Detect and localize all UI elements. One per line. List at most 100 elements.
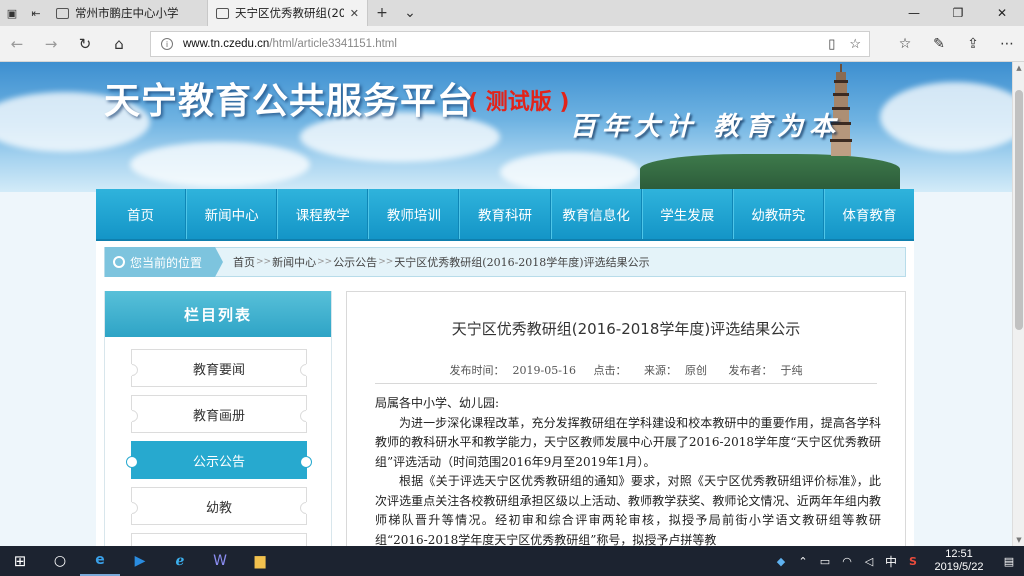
sidebar: 栏目列表 教育要闻 教育画册 公示公告 幼教 小学 bbox=[104, 291, 332, 546]
tab-article[interactable]: 天宁区优秀教研组(2016 ✕ bbox=[208, 0, 368, 26]
restore-button[interactable]: ❐ bbox=[936, 0, 980, 26]
cube-icon[interactable]: ◆ bbox=[770, 555, 792, 568]
page-viewport: 天宁教育公共服务平台 ( 测试版 ) 百年大计 教育为本 首页 新闻中心 课程教… bbox=[0, 62, 1012, 546]
close-window-button[interactable]: ✕ bbox=[980, 0, 1024, 26]
pen-icon[interactable]: ✎ bbox=[922, 36, 956, 52]
file-explorer-icon[interactable]: ▆ bbox=[240, 546, 280, 576]
minimize-button[interactable]: — bbox=[892, 0, 936, 26]
favorites-icon[interactable]: ☆ bbox=[888, 36, 922, 52]
article: 天宁区优秀教研组(2016-2018学年度)评选结果公示 发布时间： 2019-0… bbox=[346, 291, 906, 546]
ime-indicator[interactable]: 中 bbox=[880, 553, 902, 570]
meta-author: 发布者： 于纯 bbox=[724, 364, 806, 377]
scenery-image bbox=[640, 154, 900, 192]
location-label-text: 您当前的位置 bbox=[130, 255, 203, 270]
clock-time: 12:51 bbox=[945, 548, 973, 560]
cortana-icon[interactable]: ○ bbox=[40, 546, 80, 576]
reading-view-icon[interactable]: ▯ bbox=[828, 36, 835, 52]
main-nav: 首页 新闻中心 课程教学 教师培训 教育科研 教育信息化 学生发展 幼教研究 体… bbox=[96, 189, 914, 241]
sidebar-item-education-news[interactable]: 教育要闻 bbox=[131, 349, 307, 387]
wps-writer-icon[interactable]: W bbox=[200, 546, 240, 576]
meta-source-value: 原创 bbox=[684, 364, 707, 377]
forward-button[interactable]: → bbox=[34, 26, 68, 62]
tab-actions-icon[interactable]: ▣ bbox=[0, 0, 24, 26]
titlebar-drag-area[interactable] bbox=[424, 0, 892, 26]
wifi-icon[interactable]: ◠ bbox=[836, 555, 858, 568]
windows-start-icon[interactable]: ⊞ bbox=[0, 546, 40, 576]
share-icon[interactable]: ⇪ bbox=[956, 36, 990, 52]
info-icon[interactable]: i bbox=[161, 38, 173, 50]
breadcrumb-current[interactable]: 天宁区优秀教研组(2016-2018学年度)评选结果公示 bbox=[394, 254, 649, 270]
nav-item-preschool[interactable]: 幼教研究 bbox=[732, 189, 824, 239]
notification-icon[interactable]: ▤ bbox=[994, 555, 1024, 568]
volume-icon[interactable]: ◁ bbox=[858, 555, 880, 568]
page-content: 您当前的位置 首页 >> 新闻中心 >> 公示公告 >> 天宁区优秀教研组(20… bbox=[96, 241, 914, 546]
article-title: 天宁区优秀教研组(2016-2018学年度)评选结果公示 bbox=[451, 320, 801, 338]
nav-item-home[interactable]: 首页 bbox=[96, 189, 187, 239]
meta-source: 来源： 原创 bbox=[640, 364, 711, 377]
sidebar-item-notices[interactable]: 公示公告 bbox=[131, 441, 307, 479]
site-title: 天宁教育公共服务平台 bbox=[104, 80, 475, 122]
sidebar-item-preschool[interactable]: 幼教 bbox=[131, 487, 307, 525]
sogou-input-icon[interactable]: S bbox=[902, 555, 924, 568]
breadcrumb-link-notices[interactable]: 公示公告 bbox=[333, 254, 377, 270]
nav-item-student[interactable]: 学生发展 bbox=[641, 189, 733, 239]
location-pin-icon bbox=[113, 256, 125, 268]
new-tab-button[interactable]: + bbox=[368, 0, 396, 26]
chevron-down-icon[interactable]: ⌄ bbox=[396, 0, 424, 26]
site-subtitle: ( 测试版 ) bbox=[468, 90, 570, 115]
taskbar: ⊞ ○ e ▶ ℯ W ▆ ◆ ⌃ ▭ ◠ ◁ 中 S 12:51 2019/5… bbox=[0, 546, 1024, 576]
favorite-star-icon[interactable]: ☆ bbox=[849, 36, 861, 52]
nav-item-curriculum[interactable]: 课程教学 bbox=[277, 189, 369, 239]
nav-item-news[interactable]: 新闻中心 bbox=[186, 189, 278, 239]
network-icon[interactable]: ▭ bbox=[814, 555, 836, 568]
media-player-icon[interactable]: ▶ bbox=[120, 546, 160, 576]
scroll-down-icon[interactable]: ▼ bbox=[1013, 536, 1024, 544]
cloud-decoration bbox=[500, 152, 640, 192]
back-button[interactable]: ← bbox=[0, 26, 34, 62]
meta-clicks-label: 点击： bbox=[593, 364, 627, 377]
taskbar-clock[interactable]: 12:51 2019/5/22 bbox=[924, 548, 994, 574]
internet-explorer-icon[interactable]: ℯ bbox=[160, 546, 200, 576]
tab-school[interactable]: 常州市鹏庄中心小学 bbox=[48, 0, 208, 26]
address-bar[interactable]: i www.tn.czedu.cn /html/article3341151.h… bbox=[150, 31, 870, 57]
meta-date-label: 发布时间： bbox=[449, 364, 505, 377]
meta-author-value: 于纯 bbox=[780, 364, 803, 377]
article-greeting: 局属各中小学、幼儿园: bbox=[375, 396, 500, 410]
nav-item-sports[interactable]: 体育教育 bbox=[823, 189, 914, 239]
page-scrollbar[interactable]: ▲ ▼ bbox=[1012, 62, 1024, 546]
address-path: /html/article3341151.html bbox=[269, 38, 397, 50]
page-icon bbox=[56, 7, 69, 19]
scroll-up-icon[interactable]: ▲ bbox=[1013, 64, 1024, 72]
page-icon bbox=[216, 7, 229, 19]
nav-item-teacher-training[interactable]: 教师培训 bbox=[368, 189, 460, 239]
toolbar-right: ☆ ✎ ⇪ ⋯ bbox=[888, 26, 1024, 62]
article-paragraph: 根据《关于评选天宁区优秀教研组的通知》要求，对照《天宁区优秀教研组评价标准》，此… bbox=[375, 474, 881, 546]
scrollbar-thumb[interactable] bbox=[1015, 90, 1023, 330]
chevron-up-icon[interactable]: ⌃ bbox=[792, 555, 814, 568]
close-icon[interactable]: ✕ bbox=[350, 7, 359, 20]
nav-item-research[interactable]: 教育科研 bbox=[459, 189, 551, 239]
more-icon[interactable]: ⋯ bbox=[990, 36, 1024, 52]
refresh-button[interactable]: ↻ bbox=[68, 26, 102, 62]
site-slogan: 百年大计 教育为本 bbox=[570, 112, 842, 142]
meta-date: 发布时间： 2019-05-16 bbox=[446, 364, 580, 377]
breadcrumb-link-news[interactable]: 新闻中心 bbox=[272, 254, 316, 270]
article-paragraph: 为进一步深化课程改革，充分发挥教研组在学科建设和校本教研中的重要作用，提高各学科… bbox=[375, 415, 881, 469]
cloud-decoration bbox=[130, 142, 310, 187]
browser-titlebar: ▣ ⇤ 常州市鹏庄中心小学 天宁区优秀教研组(2016 ✕ + ⌄ — ❐ ✕ bbox=[0, 0, 1024, 26]
site-banner: 天宁教育公共服务平台 ( 测试版 ) 百年大计 教育为本 bbox=[0, 62, 1012, 192]
tab-label: 天宁区优秀教研组(2016 bbox=[235, 6, 344, 20]
sidebar-item-primary[interactable]: 小学 bbox=[131, 533, 307, 546]
nav-item-it[interactable]: 教育信息化 bbox=[550, 189, 642, 239]
article-meta: 发布时间： 2019-05-16 点击： 来源： 原创 发布者： 于纯 bbox=[347, 362, 905, 378]
breadcrumb: 您当前的位置 首页 >> 新闻中心 >> 公示公告 >> 天宁区优秀教研组(20… bbox=[104, 247, 906, 277]
location-label: 您当前的位置 bbox=[105, 247, 223, 277]
breadcrumb-separator: >> bbox=[317, 257, 333, 267]
edge-browser-icon[interactable]: e bbox=[80, 546, 120, 576]
sidebar-item-education-album[interactable]: 教育画册 bbox=[131, 395, 307, 433]
home-button[interactable]: ⌂ bbox=[102, 26, 136, 62]
breadcrumb-separator: >> bbox=[378, 257, 394, 267]
breadcrumb-link-home[interactable]: 首页 bbox=[233, 254, 255, 270]
tabs-aside-icon[interactable]: ⇤ bbox=[24, 0, 48, 26]
breadcrumb-separator: >> bbox=[256, 257, 272, 267]
